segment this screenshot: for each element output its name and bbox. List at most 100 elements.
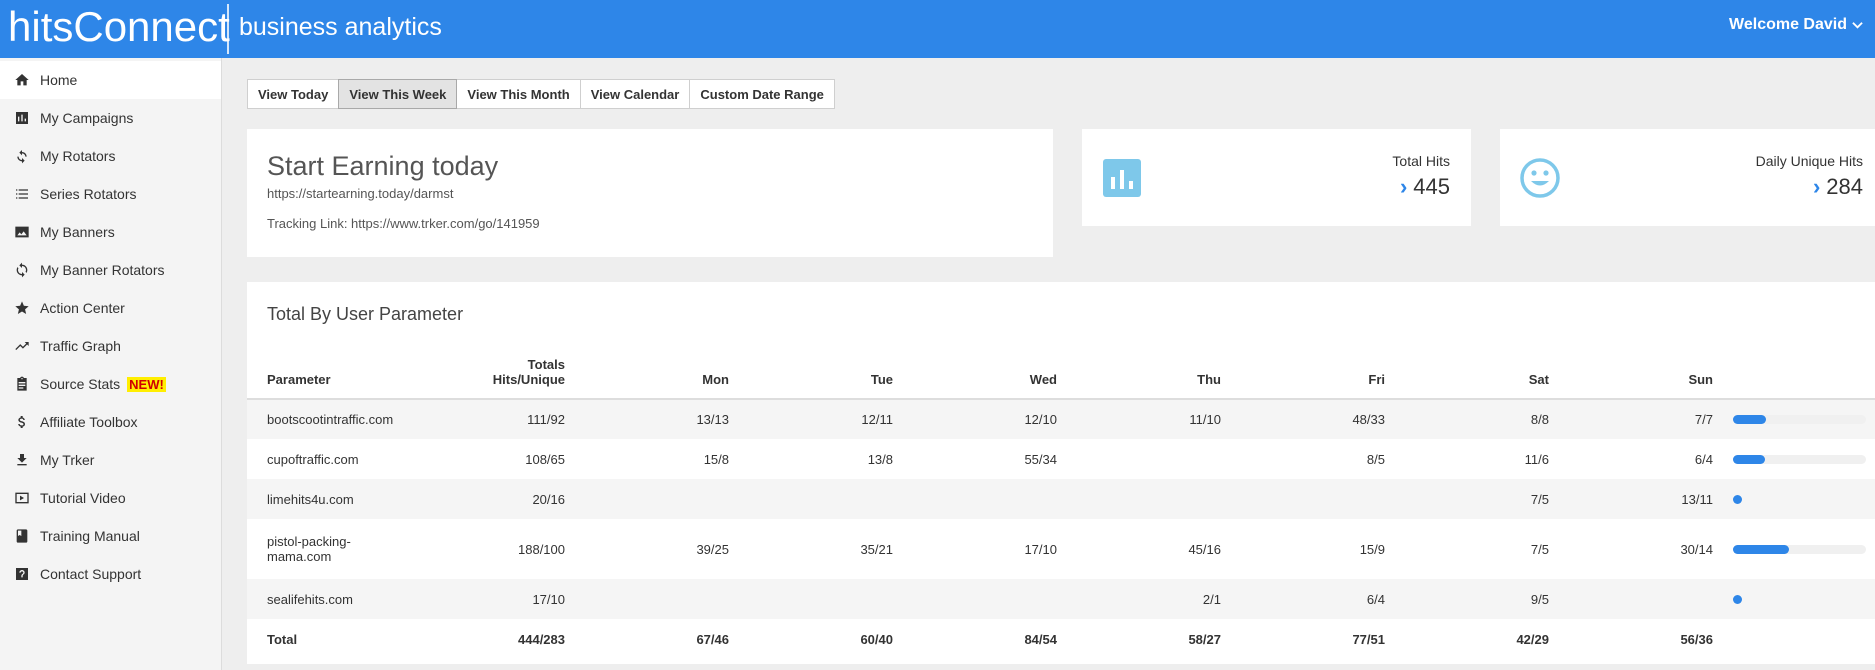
share-progress-bar — [1733, 594, 1866, 604]
clipboard-icon — [13, 375, 31, 393]
header-share — [1713, 344, 1875, 400]
rotate-icon — [13, 147, 31, 165]
sidebar-item-label: My Banner Rotators — [40, 262, 165, 278]
chevron-down-icon — [1852, 21, 1863, 29]
sidebar-item-my-banner-rotators[interactable]: My Banner Rotators — [0, 251, 221, 289]
day-cell: 58/27 — [1188, 631, 1221, 647]
user-menu[interactable]: Welcome David — [1729, 15, 1863, 35]
sidebar-item-label: Contact Support — [40, 566, 142, 582]
day-cell — [893, 479, 1057, 519]
day-cell: 13/8 — [867, 451, 893, 467]
header-sat[interactable]: Sat — [1385, 344, 1549, 400]
day-cell: 9/5 — [1385, 579, 1549, 619]
sidebar-item-my-trker[interactable]: My Trker — [0, 441, 221, 479]
daily-unique-hits-value[interactable]: › 284 — [1813, 174, 1863, 200]
view-today-button[interactable]: View Today — [247, 79, 340, 109]
sidebar-item-label: My Banners — [40, 224, 115, 240]
sidebar-item-my-campaigns[interactable]: My Campaigns — [0, 99, 221, 137]
header-tue[interactable]: Tue — [729, 344, 893, 400]
total-cell: 17/10 — [457, 579, 565, 619]
share-progress-fill — [1733, 544, 1789, 554]
header-parameter[interactable]: Parameter — [267, 344, 457, 400]
campaign-url[interactable]: https://startearning.today/darmst — [267, 186, 453, 201]
share-progress-bar — [1733, 415, 1866, 424]
header-fri[interactable]: Fri — [1221, 344, 1385, 400]
sidebar-item-label: Home — [40, 72, 78, 88]
table-title: Total By User Parameter — [267, 304, 464, 324]
total-hits-number: 445 — [1413, 174, 1450, 199]
date-range-buttons: View Today View This Week View This Mont… — [247, 79, 835, 109]
header-mon[interactable]: Mon — [565, 344, 729, 400]
day-cell — [1057, 479, 1221, 519]
share-progress-bar — [1733, 454, 1866, 464]
sidebar-item-source-stats[interactable]: Source Stats NEW! — [0, 365, 221, 403]
share-cell — [1713, 519, 1875, 579]
day-cell: 45/16 — [1188, 541, 1221, 557]
table-row: limehits4u.com 20/16 7/5 13/11 — [247, 479, 1875, 519]
day-cell: 84/54 — [1024, 631, 1057, 647]
sidebar-item-label: My Campaigns — [40, 110, 134, 126]
sidebar-item-home[interactable]: Home — [0, 61, 221, 99]
user-parameter-table: Parameter Totals Hits/Unique Mon Tue Wed … — [247, 344, 1875, 659]
campaign-card: Start Earning today https://startearning… — [247, 129, 1053, 257]
sidebar-item-label: Series Rotators — [40, 186, 137, 202]
sidebar-item-action-center[interactable]: Action Center — [0, 289, 221, 327]
view-this-week-button[interactable]: View This Week — [338, 79, 458, 109]
new-badge: NEW! — [127, 376, 166, 392]
total-hits-card: Total Hits › 445 — [1082, 129, 1471, 226]
total-cell: 188/100 — [518, 541, 565, 557]
share-cell — [1713, 579, 1875, 619]
share-progress-fill — [1733, 454, 1765, 464]
share-cell — [1713, 479, 1875, 519]
header-sun[interactable]: Sun — [1549, 344, 1713, 400]
parameter-cell: cupoftraffic.com — [267, 451, 359, 467]
tracking-link[interactable]: Tracking Link: https://www.trker.com/go/… — [267, 216, 540, 231]
table-row: cupoftraffic.com 108/65 15/8 13/8 55/34 … — [247, 439, 1875, 479]
day-cell: 8/5 — [1366, 451, 1385, 467]
day-cell: 67/46 — [696, 631, 729, 647]
day-cell: 55/34 — [1024, 451, 1057, 467]
sidebar-item-label: Source Stats — [40, 376, 121, 392]
sidebar-item-label: Training Manual — [40, 528, 140, 544]
share-progress-bar — [1733, 544, 1866, 554]
sidebar-item-my-banners[interactable]: My Banners — [0, 213, 221, 251]
sidebar-item-label: My Trker — [40, 452, 95, 468]
day-cell — [1221, 479, 1385, 519]
header-thu[interactable]: Thu — [1057, 344, 1221, 400]
download-icon — [13, 451, 31, 469]
total-hits-value[interactable]: › 445 — [1400, 174, 1450, 200]
brand-logo[interactable]: hitsConnect — [8, 2, 230, 52]
trending-icon — [13, 337, 31, 355]
day-cell — [565, 579, 729, 619]
day-cell: 15/8 — [703, 451, 729, 467]
user-parameter-card: Total By User Parameter Parameter Totals… — [247, 282, 1875, 664]
daily-unique-hits-label: Daily Unique Hits — [1755, 153, 1863, 169]
day-cell: 42/29 — [1516, 631, 1549, 647]
sidebar-item-affiliate-toolbox[interactable]: Affiliate Toolbox — [0, 403, 221, 441]
sidebar-item-label: Affiliate Toolbox — [40, 414, 138, 430]
day-cell: 6/4 — [1221, 579, 1385, 619]
view-this-month-button[interactable]: View This Month — [456, 79, 581, 109]
day-cell: 30/14 — [1680, 541, 1713, 557]
parameter-cell: limehits4u.com — [267, 479, 457, 519]
share-progress-fill — [1733, 415, 1767, 424]
total-label-cell: Total — [267, 631, 298, 647]
header-wed[interactable]: Wed — [893, 344, 1057, 400]
sidebar-item-traffic-graph[interactable]: Traffic Graph — [0, 327, 221, 365]
day-cell: 13/11 — [1549, 479, 1713, 519]
header-totals[interactable]: Totals Hits/Unique — [457, 344, 565, 400]
bar-chart-icon — [1103, 159, 1141, 197]
sidebar-item-series-rotators[interactable]: Series Rotators — [0, 175, 221, 213]
custom-date-range-button[interactable]: Custom Date Range — [689, 79, 835, 109]
day-cell: 8/8 — [1385, 399, 1549, 439]
smiley-icon — [1520, 158, 1560, 198]
parameter-cell: pistol-packing-mama.com — [267, 534, 351, 564]
sidebar-item-tutorial-video[interactable]: Tutorial Video — [0, 479, 221, 517]
sidebar-item-training-manual[interactable]: Training Manual — [0, 517, 221, 555]
sidebar-item-my-rotators[interactable]: My Rotators — [0, 137, 221, 175]
view-calendar-button[interactable]: View Calendar — [579, 79, 691, 109]
sidebar-item-contact-support[interactable]: Contact Support — [0, 555, 221, 593]
star-icon — [13, 299, 31, 317]
sidebar-item-label: Tutorial Video — [40, 490, 126, 506]
day-cell — [729, 579, 893, 619]
